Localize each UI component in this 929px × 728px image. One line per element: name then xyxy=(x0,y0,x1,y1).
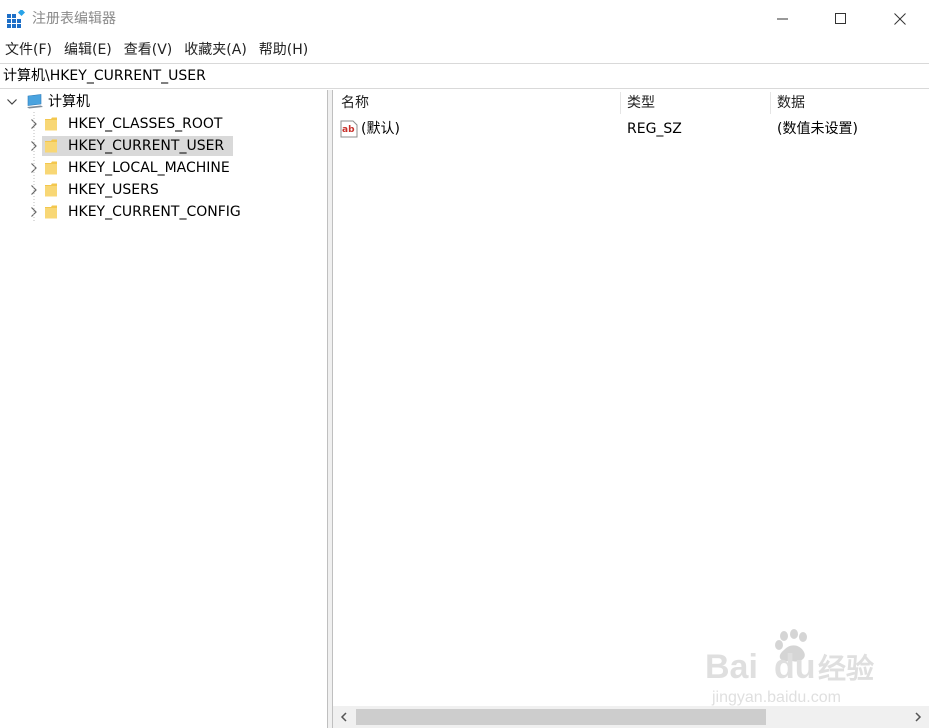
tree-guide-line xyxy=(33,112,35,222)
scrollbar-thumb[interactable] xyxy=(356,709,766,725)
menu-help[interactable]: 帮助(H) xyxy=(253,38,314,62)
close-button[interactable] xyxy=(871,0,929,38)
registry-editor-app-icon xyxy=(7,10,25,28)
tree-item-hkey-local-machine[interactable]: HKEY_LOCAL_MACHINE xyxy=(0,157,327,179)
list-header: 名称 类型 数据 xyxy=(333,90,929,116)
maximize-button[interactable] xyxy=(812,0,870,38)
value-data: (数值未设置) xyxy=(777,121,858,137)
tree-item-label[interactable]: HKEY_CURRENT_USER xyxy=(64,136,228,156)
window-title: 注册表编辑器 xyxy=(32,11,116,27)
tree-item-label[interactable]: HKEY_USERS xyxy=(64,180,163,200)
tree-item-hkey-classes-root[interactable]: HKEY_CLASSES_ROOT xyxy=(0,113,327,135)
folder-icon xyxy=(45,139,57,153)
tree-item-hkey-current-config[interactable]: HKEY_CURRENT_CONFIG xyxy=(0,201,327,223)
list-item[interactable]: ab (默认) REG_SZ (数值未设置) xyxy=(333,118,929,140)
tree-item-hkey-users[interactable]: HKEY_USERS xyxy=(0,179,327,201)
address-path[interactable]: 计算机\HKEY_CURRENT_USER xyxy=(3,67,206,85)
folder-icon xyxy=(45,161,57,175)
column-header-type[interactable]: 类型 xyxy=(619,90,770,116)
menu-view[interactable]: 查看(V) xyxy=(118,38,179,62)
chevron-down-icon[interactable] xyxy=(6,96,18,108)
tree-item-label[interactable]: HKEY_CURRENT_CONFIG xyxy=(64,202,245,222)
horizontal-scrollbar[interactable] xyxy=(333,706,929,728)
tree-item-label[interactable]: HKEY_LOCAL_MACHINE xyxy=(64,158,234,178)
close-icon xyxy=(894,13,906,25)
computer-icon xyxy=(27,94,43,109)
string-value-icon: ab xyxy=(340,120,358,138)
tree-item-label[interactable]: HKEY_CLASSES_ROOT xyxy=(64,114,226,134)
watermark: Bai du 经验 jingyan.baidu.com xyxy=(700,628,890,708)
tree-root-label[interactable]: 计算机 xyxy=(44,92,94,112)
address-bar[interactable]: 计算机\HKEY_CURRENT_USER xyxy=(0,63,929,89)
key-tree-pane: 计算机 HKEY_CLASSES_ROOT HKEY_CURRENT_USER xyxy=(0,90,327,728)
folder-icon xyxy=(45,205,57,219)
watermark-brand: Bai xyxy=(705,648,758,686)
watermark-brand-du: du xyxy=(774,648,816,686)
baidu-jingyan-logo: Bai du 经验 jingyan.baidu.com xyxy=(705,629,874,706)
maximize-icon xyxy=(835,13,846,24)
column-header-name[interactable]: 名称 xyxy=(333,90,620,116)
tree-root-computer[interactable]: 计算机 xyxy=(0,91,327,113)
chevron-left-icon xyxy=(340,712,347,722)
title-bar: 注册表编辑器 xyxy=(0,0,929,38)
menu-file[interactable]: 文件(F) xyxy=(0,38,58,62)
menu-favorites[interactable]: 收藏夹(A) xyxy=(178,38,253,62)
svg-text:ab: ab xyxy=(342,125,355,135)
tree-item-hkey-current-user[interactable]: HKEY_CURRENT_USER xyxy=(0,135,327,157)
minimize-icon xyxy=(777,18,788,20)
value-type: REG_SZ xyxy=(627,121,682,137)
column-header-data[interactable]: 数据 xyxy=(769,90,929,116)
scroll-left-button[interactable] xyxy=(333,706,355,728)
watermark-url: jingyan.baidu.com xyxy=(711,689,841,706)
minimize-button[interactable] xyxy=(754,0,812,38)
menu-edit[interactable]: 编辑(E) xyxy=(58,38,118,62)
folder-icon xyxy=(45,117,57,131)
watermark-brand-cn: 经验 xyxy=(818,652,874,685)
value-name: (默认) xyxy=(361,121,400,137)
chevron-right-icon xyxy=(915,712,922,722)
scroll-right-button[interactable] xyxy=(907,706,929,728)
menu-bar: 文件(F) 编辑(E) 查看(V) 收藏夹(A) 帮助(H) xyxy=(0,38,929,62)
registry-editor-window: 注册表编辑器 文件(F) 编辑(E) 查看(V) 收藏夹(A) 帮助(H) 计算… xyxy=(0,0,929,728)
folder-icon xyxy=(45,183,57,197)
